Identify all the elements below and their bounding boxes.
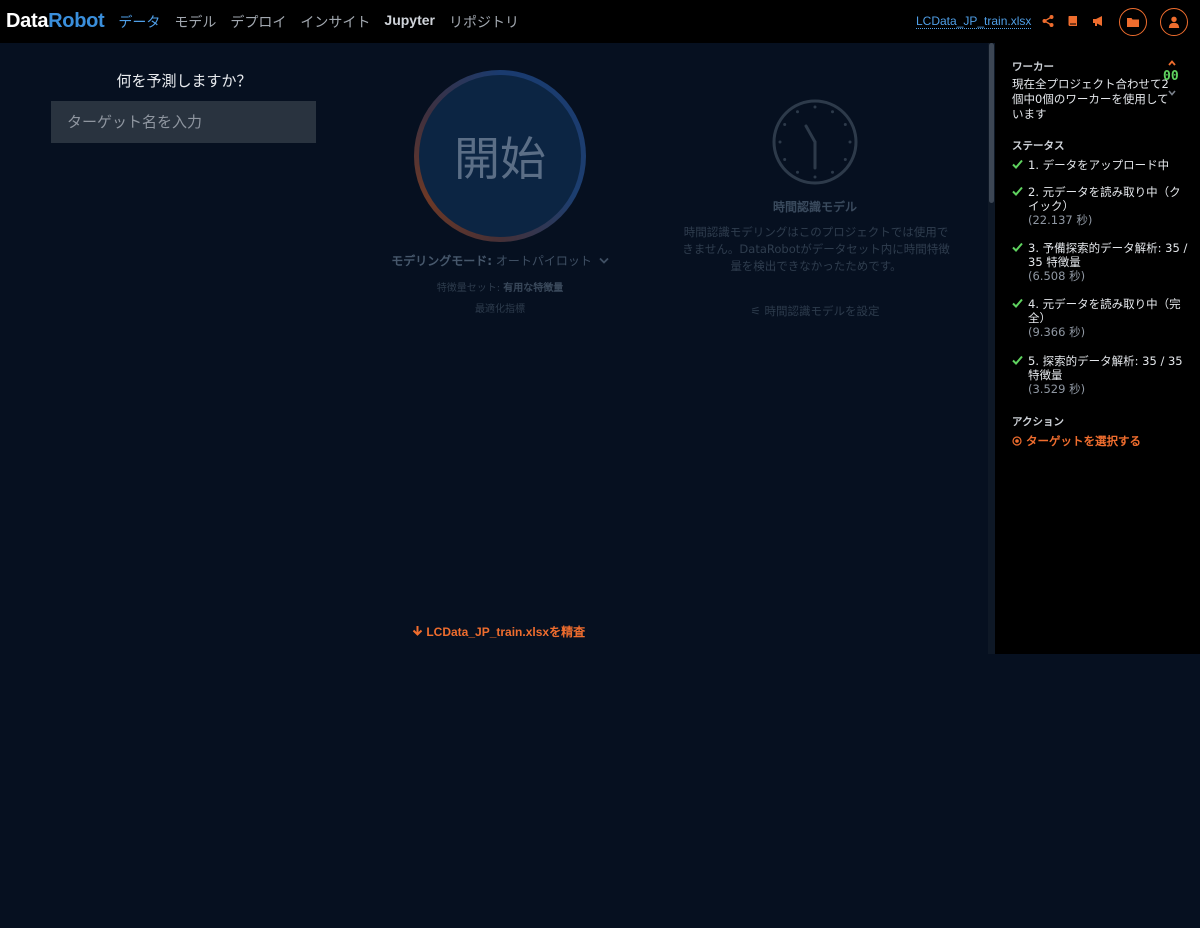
feature-set-label: 特徴量セット: [436,283,501,294]
check-icon [1012,186,1023,196]
select-target-link[interactable]: ターゲットを選択する [1012,433,1141,449]
decrease-workers-icon[interactable] [1168,89,1176,97]
status-item: 3. 予備探索的データ解析: 35 / 35 特徴量 (6.508 秒) [1012,241,1192,283]
check-icon [1012,355,1023,365]
settings-icon: ⚟ [750,304,765,318]
megaphone-icon[interactable] [1091,13,1107,29]
main-scrollbar[interactable] [988,43,995,654]
status-section-title: ステータス [1012,140,1065,152]
feature-set-value: 有用な特徴量 [503,283,564,294]
nav-item-repository[interactable]: リポジトリ [449,12,519,32]
status-side-panel: ワーカー 現在全プロジェクト合わせて2個中0個のワーカーを使用しています 00 … [995,43,1200,654]
chevron-down-icon [599,257,609,264]
action-section-title: アクション [1012,416,1064,428]
status-item: 1. データをアップロード中 [1012,158,1192,172]
project-name-link[interactable]: LCData_JP_train.xlsx [916,14,1032,29]
share-icon[interactable] [1041,13,1057,29]
modeling-mode-selector[interactable]: モデリングモード: オートパイロット [380,252,620,269]
worker-counter: 00 [1163,69,1179,84]
main-nav: データ モデル デプロイ インサイト Jupyter リポジトリ [118,12,533,32]
scrollbar-thumb[interactable] [989,43,994,203]
prediction-question: 何を予測しますか？ [116,72,252,90]
nav-item-deploy[interactable]: デプロイ [230,12,286,32]
nav-item-jupyter[interactable]: Jupyter [384,12,435,32]
datarobot-logo[interactable]: DataRobot [6,10,105,33]
modeling-mode-value: オートパイロット [495,254,592,268]
user-icon [1168,16,1180,28]
modeling-mode-label: モデリングモード: [391,254,493,268]
arrow-down-icon [412,626,423,636]
user-button[interactable] [1160,8,1188,36]
clock-icon [772,99,858,185]
target-icon [1012,436,1022,446]
check-icon [1012,298,1023,308]
explore-dataset-link[interactable]: LCData_JP_train.xlsxを精査 [412,623,585,640]
status-item: 4. 元データを読み取り中（完全） (9.366 秒) [1012,297,1192,339]
time-aware-description: 時間認識モデリングはこのプロジェクトでは使用できません。DataRobotがデー… [682,225,950,273]
status-item: 5. 探索的データ解析: 35 / 35 特徴量 (3.529 秒) [1012,354,1192,396]
status-item: 2. 元データを読み取り中（クイック） (22.137 秒) [1012,185,1192,227]
worker-usage-text: 現在全プロジェクト合わせて2個中0個のワーカーを使用しています [1012,77,1169,121]
worker-section-title: ワーカー [1012,61,1054,73]
book-icon[interactable] [1066,13,1082,29]
target-name-input[interactable] [51,101,316,143]
nav-item-models[interactable]: モデル [174,12,216,32]
time-aware-setup-link[interactable]: ⚟ 時間認識モデルを設定 [740,303,890,319]
folder-button[interactable] [1119,8,1147,36]
nav-item-data[interactable]: データ [118,12,160,32]
check-icon [1012,159,1023,169]
check-icon [1012,242,1023,252]
time-aware-title: 時間認識モデル [772,200,857,214]
folder-icon [1127,17,1139,27]
optimization-metric-label[interactable]: 最適化指標 [380,300,620,315]
nav-item-insights[interactable]: インサイト [300,12,370,32]
feature-set-line[interactable]: 特徴量セット: 有用な特徴量 [380,279,620,294]
start-button[interactable]: 開始 [419,75,581,237]
increase-workers-icon[interactable] [1168,59,1176,67]
